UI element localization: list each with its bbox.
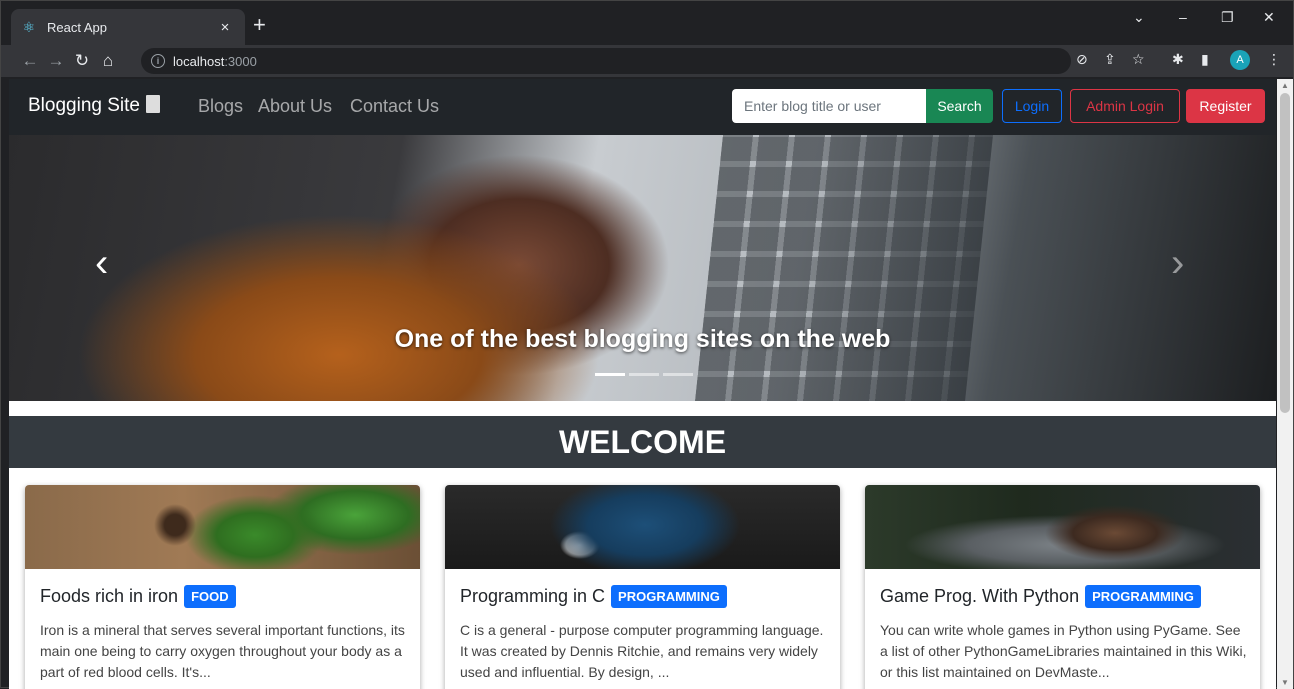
extensions-icon[interactable]: ✱: [1172, 51, 1184, 68]
carousel-prev-icon[interactable]: ‹: [95, 243, 108, 283]
menu-kebab-icon[interactable]: ⋮: [1267, 51, 1281, 68]
brand-text: Blogging Site: [28, 95, 140, 116]
scroll-up-icon[interactable]: ▲: [1281, 81, 1289, 90]
url-host: localhost: [173, 53, 225, 69]
bookmark-star-icon[interactable]: ☆: [1132, 51, 1145, 68]
page-viewport: Blogging Site Blogs About Us Contact Us …: [9, 79, 1276, 689]
browser-toolbar: ← → ↻ ⌂ i localhost:3000: [1, 45, 1293, 77]
scroll-down-icon[interactable]: ▼: [1281, 678, 1289, 687]
tab-title: React App: [47, 19, 107, 35]
tab-strip: ⚛ React App × + ⌄ – ❐ ✕: [1, 1, 1293, 45]
profile-avatar[interactable]: A: [1230, 50, 1250, 70]
hero-carousel: ‹ › One of the best blogging sites on th…: [9, 135, 1276, 401]
card-excerpt: Iron is a mineral that serves several im…: [40, 622, 405, 680]
tab-react-app[interactable]: ⚛ React App ×: [11, 9, 245, 45]
tab-search-icon[interactable]: ⌄: [1133, 9, 1145, 26]
search-button[interactable]: Search: [926, 89, 993, 123]
register-button[interactable]: Register: [1186, 89, 1265, 123]
card-title-text: Foods rich in iron: [40, 586, 179, 606]
nav-link-blogs[interactable]: Blogs: [198, 96, 243, 117]
url-port: :3000: [224, 53, 257, 69]
site-navbar: Blogging Site Blogs About Us Contact Us …: [9, 79, 1276, 135]
minimize-icon[interactable]: –: [1179, 9, 1187, 25]
browser-window: ⚛ React App × + ⌄ – ❐ ✕ ← → ↻ ⌂ i localh…: [0, 0, 1294, 689]
category-badge: PROGRAMMING: [611, 585, 727, 608]
carousel-caption: One of the best blogging sites on the we…: [394, 325, 891, 353]
card-title: Programming in C PROGRAMMING: [460, 585, 727, 608]
card-title-text: Programming in C: [460, 586, 606, 606]
back-icon[interactable]: ←: [17, 51, 43, 71]
address-bar[interactable]: i localhost:3000: [141, 48, 1071, 74]
info-icon[interactable]: i: [151, 54, 165, 68]
search-input[interactable]: [732, 89, 926, 123]
page-scrollbar[interactable]: ▲ ▼: [1277, 79, 1293, 689]
welcome-banner: WELCOME: [9, 416, 1276, 468]
tab-close-icon[interactable]: ×: [215, 19, 235, 36]
carousel-next-icon[interactable]: ›: [1171, 243, 1184, 283]
category-badge: PROGRAMMING: [1085, 585, 1201, 608]
blog-card[interactable]: Game Prog. With Python PROGRAMMING You c…: [865, 485, 1260, 689]
close-window-icon[interactable]: ✕: [1263, 9, 1275, 26]
new-tab-button[interactable]: +: [253, 13, 266, 37]
scroll-thumb[interactable]: [1280, 93, 1290, 413]
nav-link-contact-us[interactable]: Contact Us: [350, 96, 439, 117]
card-excerpt: You can write whole games in Python usin…: [880, 622, 1247, 680]
card-image-arduino: [445, 485, 840, 569]
carousel-indicator-2[interactable]: [629, 373, 659, 376]
category-badge: FOOD: [184, 585, 236, 608]
carousel-indicator-3[interactable]: [663, 373, 693, 376]
card-title-text: Game Prog. With Python: [880, 586, 1080, 606]
eye-off-icon[interactable]: ⊘: [1076, 51, 1088, 68]
card-title: Foods rich in iron FOOD: [40, 585, 236, 608]
share-icon[interactable]: ⇪: [1104, 51, 1116, 68]
admin-login-button[interactable]: Admin Login: [1070, 89, 1180, 123]
card-image-laptop: [865, 485, 1260, 569]
restore-icon[interactable]: ❐: [1221, 9, 1234, 26]
site-brand[interactable]: Blogging Site: [28, 95, 160, 117]
carousel-indicators: [595, 373, 693, 376]
notebook-icon: [145, 95, 160, 113]
react-icon: ⚛: [22, 18, 36, 35]
reload-icon[interactable]: ↻: [69, 51, 95, 71]
card-title: Game Prog. With Python PROGRAMMING: [880, 585, 1201, 608]
blog-card[interactable]: Foods rich in iron FOOD Iron is a minera…: [25, 485, 420, 689]
nav-link-about-us[interactable]: About Us: [258, 96, 332, 117]
carousel-indicator-1[interactable]: [595, 373, 625, 376]
home-icon[interactable]: ⌂: [95, 51, 121, 71]
card-image-food: [25, 485, 420, 569]
side-panel-icon[interactable]: ▮: [1201, 51, 1209, 68]
card-excerpt: C is a general - purpose computer progra…: [460, 622, 824, 680]
forward-icon[interactable]: →: [43, 51, 69, 71]
carousel-image-keyboard: [695, 135, 993, 401]
blog-card[interactable]: Programming in C PROGRAMMING C is a gene…: [445, 485, 840, 689]
login-button[interactable]: Login: [1002, 89, 1062, 123]
